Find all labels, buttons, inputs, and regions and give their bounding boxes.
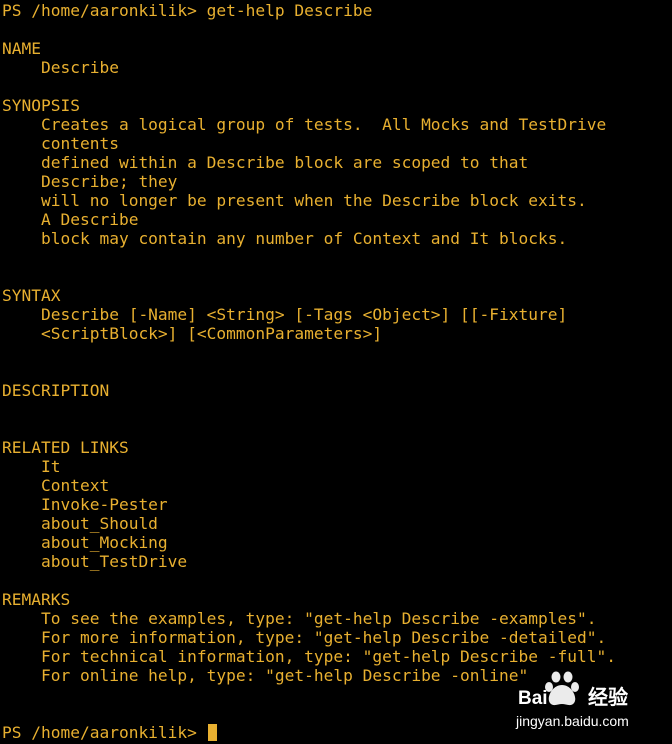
terminal-line: Describe; they <box>2 172 178 191</box>
terminal-line: defined within a Describe block are scop… <box>2 153 529 172</box>
terminal-line: For more information, type: "get-help De… <box>2 628 607 647</box>
terminal-line: Describe <box>2 58 119 77</box>
terminal-line: For technical information, type: "get-he… <box>2 647 616 666</box>
terminal-line: PS /home/aaronkilik> get-help Describe <box>2 1 373 20</box>
watermark-url: jingyan.baidu.com <box>515 713 629 729</box>
terminal-line: NAME <box>2 39 41 58</box>
terminal-line: DESCRIPTION <box>2 381 110 400</box>
terminal-line: about_Should <box>2 514 158 533</box>
prompt-text: PS /home/aaronkilik> <box>2 723 207 742</box>
baidu-jingyan-watermark: Bai 经验 jingyan.baidu.com <box>512 668 662 732</box>
terminal-line: contents <box>2 134 119 153</box>
terminal-line: Creates a logical group of tests. All Mo… <box>2 115 607 134</box>
terminal-line: To see the examples, type: "get-help Des… <box>2 609 597 628</box>
terminal-line: It <box>2 457 61 476</box>
terminal-line: Context <box>2 476 110 495</box>
terminal-line: will no longer be present when the Descr… <box>2 191 587 210</box>
terminal-output: PS /home/aaronkilik> get-help Describe NA… <box>2 1 672 723</box>
terminal-line: RELATED LINKS <box>2 438 129 457</box>
watermark-brand: Bai <box>518 688 548 709</box>
terminal-line: <ScriptBlock>] [<CommonParameters>] <box>2 324 383 343</box>
terminal-line: SYNOPSIS <box>2 96 80 115</box>
terminal-line: about_TestDrive <box>2 552 188 571</box>
terminal-window[interactable]: PS /home/aaronkilik> get-help Describe NA… <box>0 0 672 744</box>
baidu-paw-icon: Bai 经验 jingyan.baidu.com <box>515 671 629 729</box>
watermark-brand-cn: 经验 <box>588 685 628 709</box>
terminal-line: Describe [-Name] <String> [-Tags <Object… <box>2 305 568 324</box>
terminal-line: A Describe <box>2 210 139 229</box>
terminal-line: SYNTAX <box>2 286 61 305</box>
text-cursor <box>207 724 217 741</box>
terminal-line: about_Mocking <box>2 533 168 552</box>
terminal-line: Invoke-Pester <box>2 495 168 514</box>
terminal-line: REMARKS <box>2 590 71 609</box>
terminal-line: block may contain any number of Context … <box>2 229 568 248</box>
